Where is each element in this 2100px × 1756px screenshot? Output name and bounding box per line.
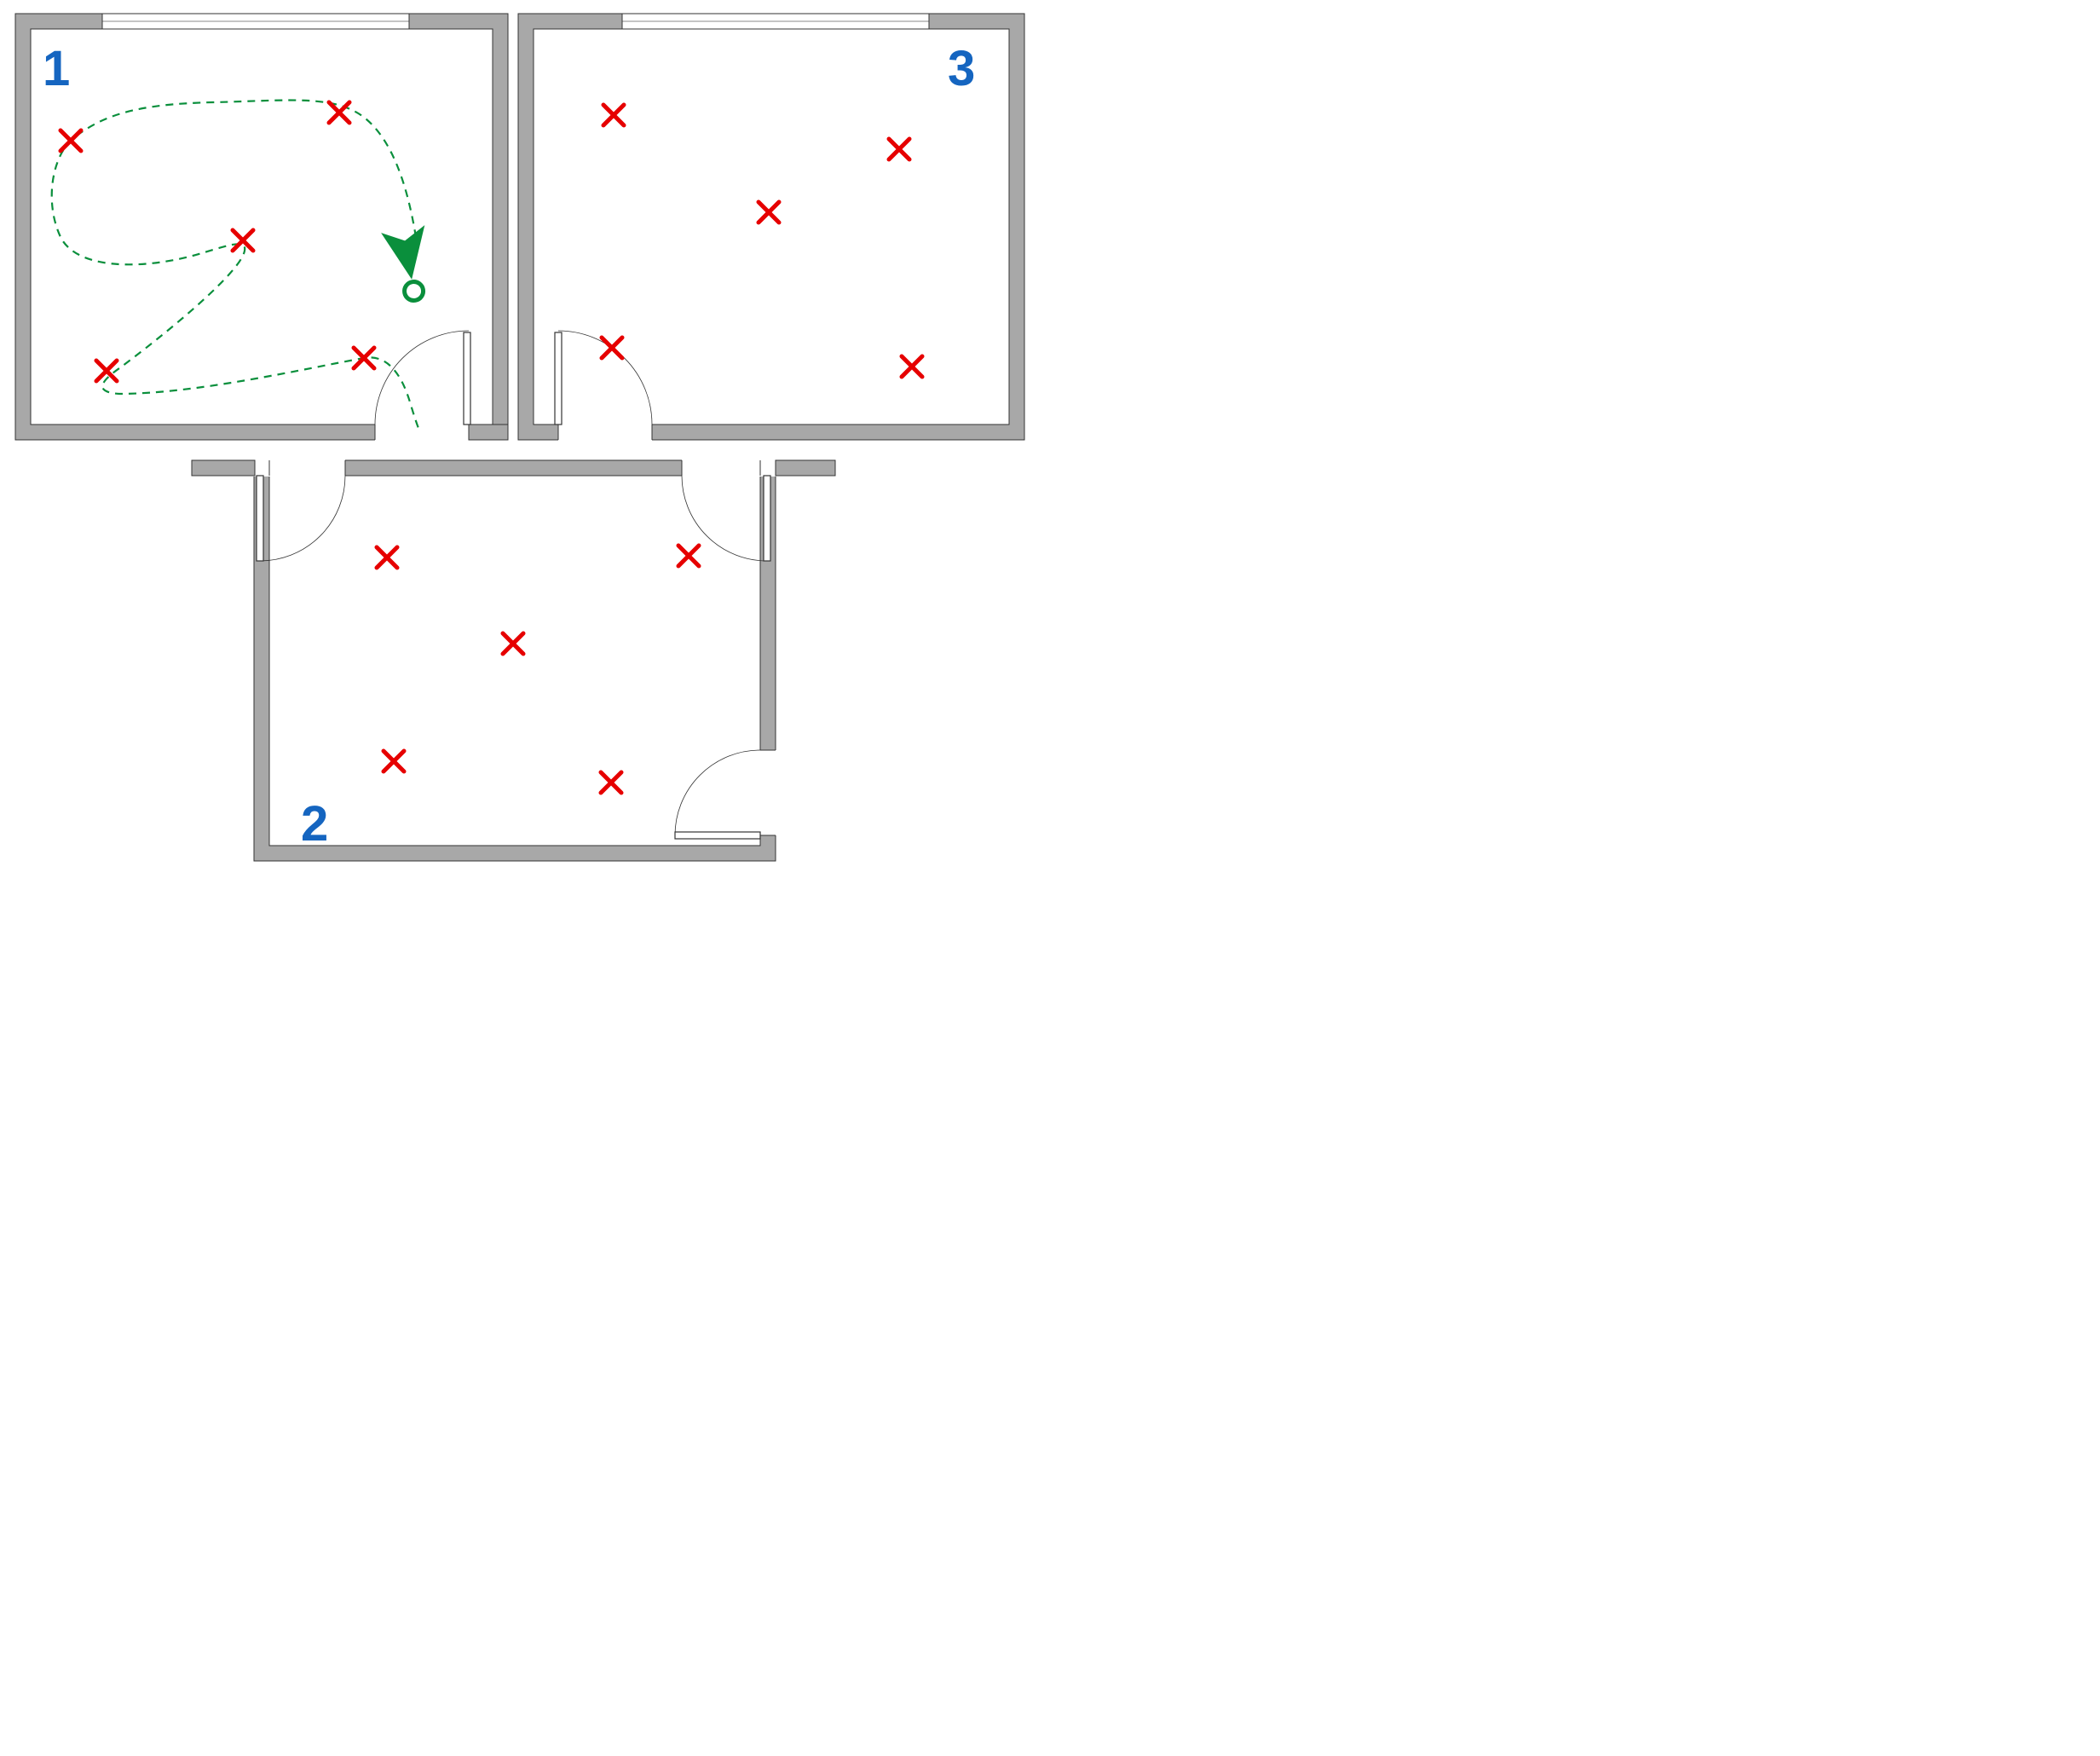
floorplan-canvas: 1 2 3 xyxy=(0,0,1050,878)
room-2 xyxy=(192,459,835,861)
floorplan-svg: 1 2 3 xyxy=(0,0,1050,878)
room-3-label: 3 xyxy=(948,41,975,96)
room-1-label: 1 xyxy=(43,41,70,96)
room-2-label: 2 xyxy=(301,796,328,852)
room-1 xyxy=(15,13,508,441)
